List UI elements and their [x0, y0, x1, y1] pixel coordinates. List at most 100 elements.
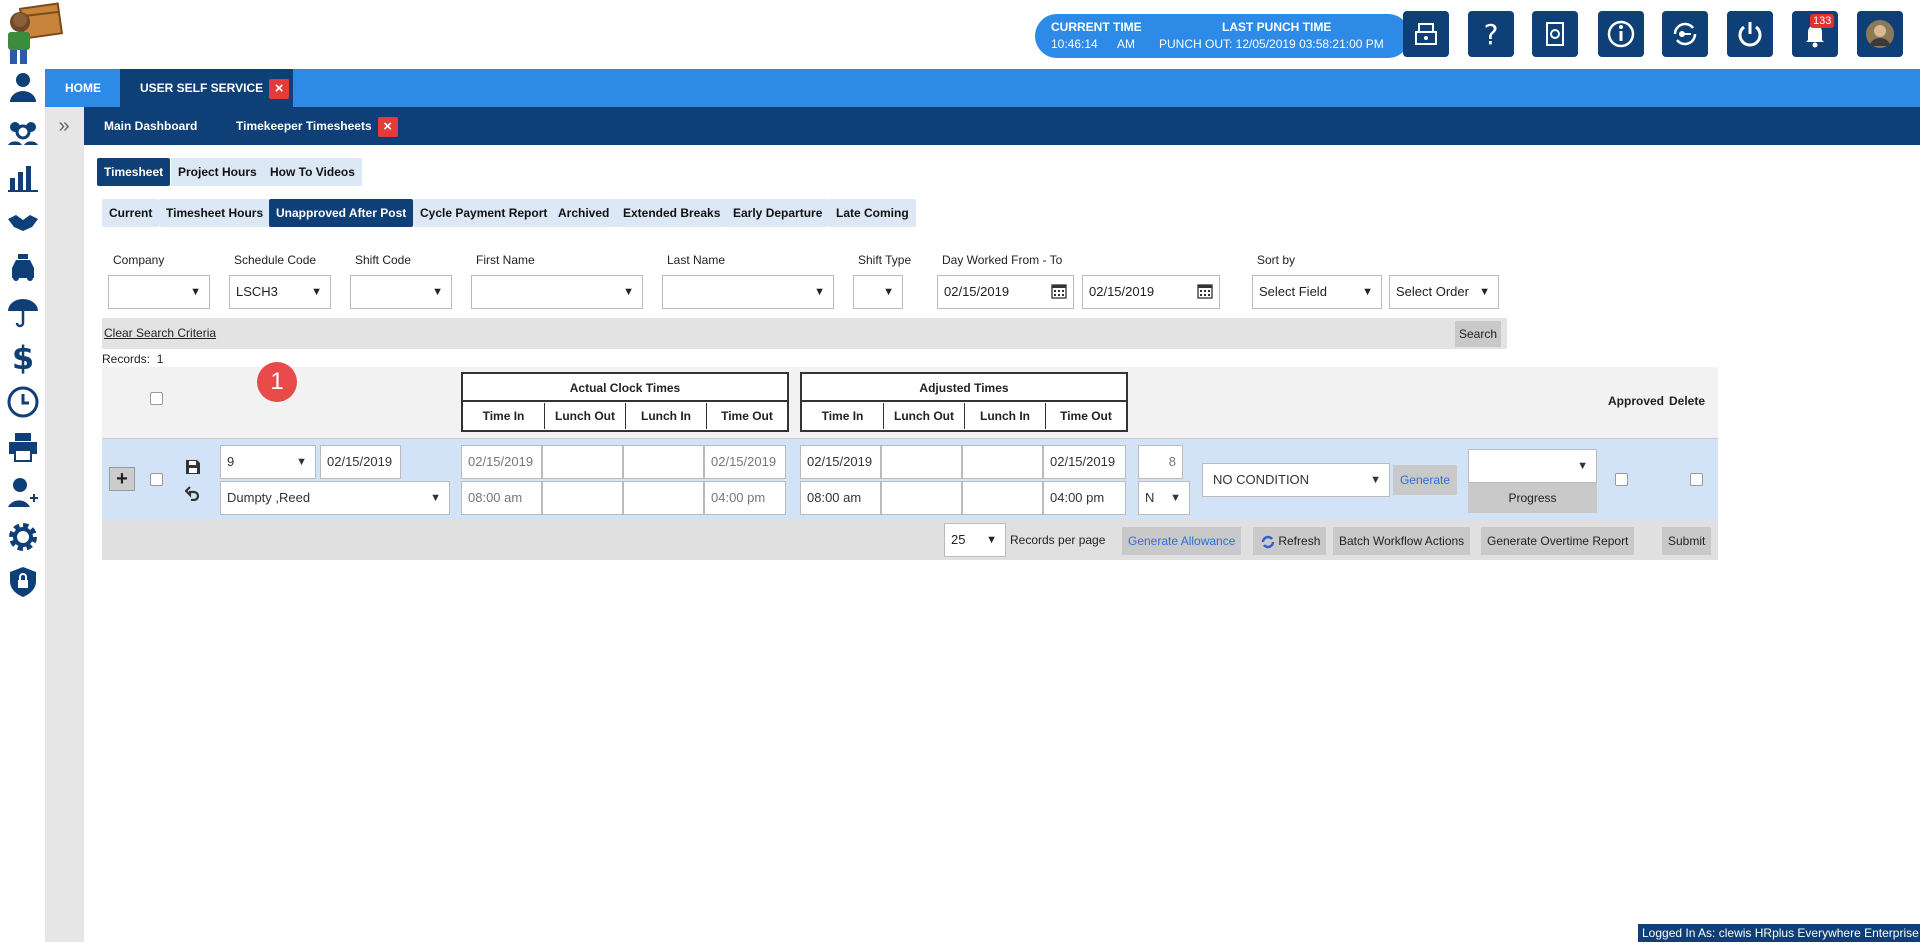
current-time-ampm: AM: [1117, 37, 1135, 51]
top-header: CURRENT TIME 10:46:14 AM LAST PUNCH TIME…: [0, 0, 1920, 69]
adjusted-lunch-out-date[interactable]: [881, 445, 962, 479]
team-search-icon[interactable]: [5, 114, 41, 150]
tab-main-dashboard[interactable]: Main Dashboard: [104, 107, 197, 145]
day-worked-from-value: 02/15/2019: [944, 284, 1010, 299]
approved-checkbox[interactable]: [1615, 473, 1628, 486]
first-name-select[interactable]: ▼: [471, 275, 643, 309]
actual-time-out[interactable]: 04:00 pm: [704, 481, 786, 515]
generate-button[interactable]: Generate: [1393, 465, 1457, 495]
adjusted-lunch-in-date[interactable]: [962, 445, 1043, 479]
settings-book-icon[interactable]: [1532, 11, 1578, 57]
adjusted-time-in-date[interactable]: 02/15/2019: [800, 445, 881, 479]
adjusted-lunch-out[interactable]: [881, 481, 962, 515]
select-all-checkbox[interactable]: [150, 392, 163, 405]
person-icon[interactable]: [5, 69, 41, 105]
adjusted-time-out-date[interactable]: 02/15/2019: [1043, 445, 1126, 479]
handshake-icon[interactable]: [5, 204, 41, 240]
clock-icon[interactable]: [5, 384, 41, 420]
col-adjusted-lunch-in: Lunch In: [964, 403, 1045, 429]
sort-order-select[interactable]: Select Order ▼: [1389, 275, 1499, 309]
gear-icon[interactable]: [5, 519, 41, 555]
tab-unapproved-after-post[interactable]: Unapproved After Post: [269, 199, 414, 227]
user-avatar[interactable]: [1857, 11, 1903, 57]
day-worked-to-input[interactable]: 02/15/2019: [1082, 275, 1220, 309]
sync-key-icon[interactable]: [1662, 11, 1708, 57]
actual-lunch-out[interactable]: [542, 481, 623, 515]
day-worked-from-input[interactable]: 02/15/2019: [937, 275, 1074, 309]
module-tabs: HOME USER SELF SERVICE ×: [45, 69, 1920, 107]
refresh-button[interactable]: Refresh: [1253, 527, 1327, 555]
tab-extended-breaks[interactable]: Extended Breaks: [616, 199, 728, 227]
expand-chevron-icon[interactable]: »: [52, 116, 76, 138]
schedule-code-select[interactable]: LSCH3 ▼: [229, 275, 331, 309]
batch-workflow-button[interactable]: Batch Workflow Actions: [1333, 527, 1471, 555]
n-select[interactable]: N ▼: [1138, 481, 1190, 515]
close-icon[interactable]: ×: [269, 78, 290, 99]
tab-timesheet-hours[interactable]: Timesheet Hours: [159, 199, 271, 227]
adjusted-time-out[interactable]: 04:00 pm: [1043, 481, 1126, 515]
taxi-icon[interactable]: [5, 249, 41, 285]
employee-select[interactable]: Dumpty ,Reed ▼: [220, 481, 450, 515]
printer-icon[interactable]: [5, 429, 41, 465]
generate-overtime-report-button[interactable]: Generate Overtime Report: [1481, 527, 1635, 555]
shield-lock-icon[interactable]: [5, 564, 41, 600]
expand-plus-icon[interactable]: +: [109, 467, 135, 491]
hours-input[interactable]: 8: [1138, 445, 1183, 479]
calendar-icon[interactable]: [1197, 283, 1213, 299]
tab-user-self-service[interactable]: USER SELF SERVICE ×: [120, 69, 293, 107]
tab-timekeeper-timesheets[interactable]: Timekeeper Timesheets ×: [236, 107, 398, 145]
dollar-icon[interactable]: $: [5, 339, 41, 375]
close-icon[interactable]: ×: [377, 116, 398, 137]
logged-in-status: Logged In As: clewis HRplus Everywhere E…: [1638, 924, 1920, 942]
tab-archived[interactable]: Archived: [551, 199, 617, 227]
tab-project-hours[interactable]: Project Hours: [171, 158, 264, 186]
save-icon[interactable]: [185, 459, 201, 475]
tab-how-to-videos[interactable]: How To Videos: [263, 158, 362, 186]
condition-select[interactable]: NO CONDITION ▼: [1202, 463, 1390, 497]
time-panel: CURRENT TIME 10:46:14 AM LAST PUNCH TIME…: [1035, 14, 1410, 58]
shift-type-select[interactable]: ▼: [853, 275, 903, 309]
generate-allowance-button[interactable]: Generate Allowance: [1122, 527, 1242, 555]
code-select[interactable]: 9 ▼: [220, 445, 316, 479]
sort-field-select[interactable]: Select Field ▼: [1252, 275, 1382, 309]
actual-lunch-in[interactable]: [623, 481, 704, 515]
actual-time-out-date[interactable]: 02/15/2019: [704, 445, 786, 479]
info-icon[interactable]: [1598, 11, 1644, 57]
tab-timekeeper-timesheets-label: Timekeeper Timesheets: [236, 119, 372, 133]
row-date-input[interactable]: 02/15/2019: [320, 445, 401, 479]
cash-drawer-icon[interactable]: [1403, 11, 1449, 57]
progress-button[interactable]: Progress: [1468, 483, 1597, 513]
clear-search-link[interactable]: Clear Search Criteria: [104, 326, 216, 340]
shift-code-select[interactable]: ▼: [350, 275, 452, 309]
search-button[interactable]: Search: [1455, 321, 1501, 347]
chevron-down-icon: ▼: [432, 286, 443, 298]
umbrella-icon[interactable]: [5, 294, 41, 330]
delete-checkbox[interactable]: [1690, 473, 1703, 486]
tab-early-departure[interactable]: Early Departure: [726, 199, 830, 227]
actual-lunch-in-date[interactable]: [623, 445, 704, 479]
table-row: + 9 ▼ 02/15/2019 Dumpty ,Reed ▼ 02/15/2019…: [102, 438, 1718, 520]
last-name-select[interactable]: ▼: [662, 275, 834, 309]
undo-icon[interactable]: [185, 485, 201, 501]
row-checkbox[interactable]: [150, 473, 163, 486]
submit-button[interactable]: Submit: [1662, 527, 1712, 555]
calendar-icon[interactable]: [1051, 283, 1067, 299]
adjusted-time-in[interactable]: 08:00 am: [800, 481, 881, 515]
progress-select[interactable]: ▼: [1468, 449, 1597, 483]
tab-late-coming[interactable]: Late Coming: [829, 199, 916, 227]
sort-order-value: Select Order: [1396, 284, 1469, 299]
adjusted-lunch-in[interactable]: [962, 481, 1043, 515]
tab-cycle-payment-report[interactable]: Cycle Payment Report: [413, 199, 555, 227]
add-user-icon[interactable]: [5, 474, 41, 510]
records-per-page-select[interactable]: 25 ▼: [944, 523, 1006, 557]
actual-time-in-date[interactable]: 02/15/2019: [461, 445, 542, 479]
actual-time-in[interactable]: 08:00 am: [461, 481, 542, 515]
tab-home[interactable]: HOME: [65, 69, 101, 107]
power-icon[interactable]: [1727, 11, 1773, 57]
actual-lunch-out-date[interactable]: [542, 445, 623, 479]
help-icon[interactable]: ?: [1468, 11, 1514, 57]
tab-timesheet[interactable]: Timesheet: [97, 158, 171, 186]
tab-current[interactable]: Current: [102, 199, 160, 227]
company-select[interactable]: ▼: [108, 275, 210, 309]
chart-icon[interactable]: [5, 159, 41, 195]
